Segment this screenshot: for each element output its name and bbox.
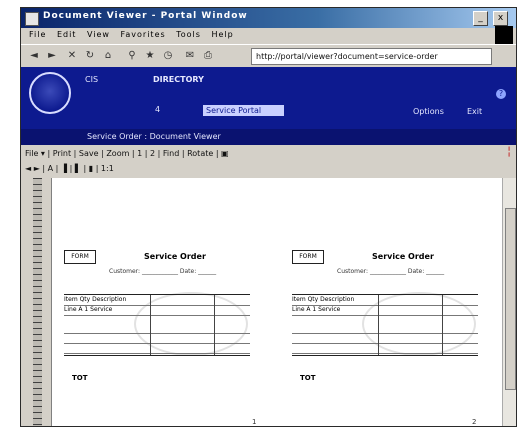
history-icon[interactable]: ◷ [161, 49, 175, 63]
vertical-ruler [33, 178, 42, 426]
form-header-box: FORM [64, 250, 96, 264]
nav-options-link[interactable]: Options [413, 107, 444, 116]
scrollbar-thumb[interactable] [505, 208, 516, 390]
menu-view[interactable]: View [87, 30, 110, 39]
app-icon [25, 12, 39, 26]
portal-logo-icon [29, 72, 71, 114]
browser-window: Document Viewer - Portal Window _ x File… [20, 7, 517, 427]
table-row: Line A 1 Service [292, 305, 478, 316]
viewer-toolbar-row-1[interactable]: File ▾ | Print | Save | Zoom | 1 | 2 | F… [25, 147, 229, 161]
search-icon[interactable]: ⚲ [125, 49, 139, 63]
menu-file[interactable]: File [29, 30, 46, 39]
minimize-button[interactable]: _ [473, 11, 488, 26]
vertical-scrollbar[interactable] [502, 178, 516, 426]
form-header-box: FORM [292, 250, 324, 264]
form-subline: Customer: ____________ Date: ______ [109, 268, 217, 275]
table-row [292, 343, 478, 354]
table-divider [150, 295, 151, 355]
favorites-icon[interactable]: ★ [143, 49, 157, 63]
portal-header: CIS DIRECTORY 4 Service Portal Options E… [21, 67, 516, 145]
user-name: Service Portal [203, 105, 284, 116]
menu-edit[interactable]: Edit [57, 30, 77, 39]
back-icon[interactable]: ◄ [27, 49, 41, 63]
header-number: 4 [155, 105, 161, 114]
form-total-label: TOT [300, 374, 316, 382]
page-number: 2 [472, 418, 477, 426]
document-page-1: FORM Service Order Customer: ___________… [64, 228, 254, 388]
viewer-toolbar-row-2[interactable]: ◄ ► | A | ▐ | ▌ | ▮ | 1:1 [25, 162, 114, 176]
table-divider [442, 295, 443, 355]
breadcrumb: Service Order : Document Viewer [87, 132, 221, 141]
menu-favorites[interactable]: Favorites [121, 30, 166, 39]
system-label: DIRECTORY [153, 75, 204, 84]
title-bar: Document Viewer - Portal Window _ x [21, 8, 516, 28]
table-row: Line A 1 Service [64, 305, 250, 316]
table-row [64, 343, 250, 354]
app-label: CIS [85, 75, 99, 84]
table-divider [378, 295, 379, 355]
mail-icon[interactable]: ✉ [183, 49, 197, 63]
window-title: Document Viewer - Portal Window [43, 11, 248, 21]
menu-tools[interactable]: Tools [176, 30, 201, 39]
form-subline: Customer: ____________ Date: ______ [337, 268, 445, 275]
stop-icon[interactable]: ✕ [65, 49, 79, 63]
address-field[interactable]: http://portal/viewer?document=service-or… [251, 48, 492, 65]
close-button[interactable]: x [493, 11, 508, 26]
browser-toolbar: ◄ ► ✕ ↻ ⌂ ⚲ ★ ◷ ✉ ⎙ http://portal/viewer… [21, 44, 516, 68]
print-icon[interactable]: ⎙ [201, 49, 215, 63]
document-page-2: FORM Service Order Customer: ___________… [292, 228, 482, 388]
form-table: Item Qty Description Line A 1 Service [292, 294, 478, 356]
help-icon[interactable]: ? [496, 89, 506, 99]
viewer-toolbar: File ▾ | Print | Save | Zoom | 1 | 2 | F… [21, 145, 516, 179]
form-title: Service Order [144, 252, 206, 261]
form-total-label: TOT [72, 374, 88, 382]
forward-icon[interactable]: ► [45, 49, 59, 63]
page-number: 1 [252, 418, 257, 426]
table-divider [214, 295, 215, 355]
nav-exit-link[interactable]: Exit [467, 107, 482, 116]
refresh-icon[interactable]: ↻ [83, 49, 97, 63]
form-title: Service Order [372, 252, 434, 261]
form-table: Item Qty Description Line A 1 Service [64, 294, 250, 356]
browser-throbber-icon [495, 26, 513, 46]
home-icon[interactable]: ⌂ [101, 49, 115, 63]
viewer-close-icon[interactable]: ╎ [506, 147, 512, 158]
menu-bar: File Edit View Favorites Tools Help [21, 28, 516, 44]
thumbnail-strip [21, 178, 52, 426]
portal-subbar: Service Order : Document Viewer [21, 129, 516, 145]
menu-help[interactable]: Help [211, 30, 233, 39]
document-canvas: FORM Service Order Customer: ___________… [52, 178, 502, 426]
